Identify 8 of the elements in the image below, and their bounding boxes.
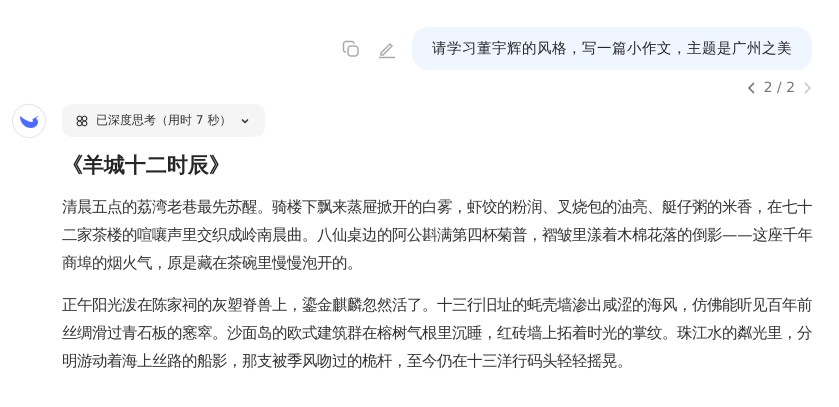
user-message: 请学习董宇辉的风格，写一篇小作文，主题是广州之美	[412, 27, 812, 70]
essay-title: 《羊城十二时辰》	[62, 152, 231, 179]
essay-paragraph: 清晨五点的荔湾老巷最先苏醒。骑楼下飘来蒸屉掀开的白雾，虾饺的粉润、叉烧包的油亮、艇仔粥的米香，在七十二家茶楼的喧嚷声里交织成岭南晨曲。八仙桌边的阿公斟满第四杯菊普，褶皱里漾着木棉花落的倒影——这座千年商埠的烟火气，原是藏在茶碗里慢慢泡开的。	[62, 197, 814, 274]
clover-icon	[76, 114, 88, 126]
whale-avatar	[12, 104, 46, 138]
thinking-toggle[interactable]: 已深度思考（用时 7 秒）	[62, 104, 266, 137]
essay-paragraph: 正午阳光泼在陈家祠的灰塑脊兽上，鎏金麒麟忽然活了。十三行旧址的蚝壳墙渗出咸涩的海风，仿佛能听见百年前丝绸滑过青石板的窸窣。沙面岛的欧式建筑群在榕树气根里沉睡，红砖墙上拓着时光的掌纹。珠江水的粼光里，分明游动着海上丝路的船影，那支被季风吻过的桅杆，至今仍在十三洋行码头轻轻摇晃。	[62, 295, 813, 372]
page-indicator: 2 / 2	[764, 80, 795, 96]
